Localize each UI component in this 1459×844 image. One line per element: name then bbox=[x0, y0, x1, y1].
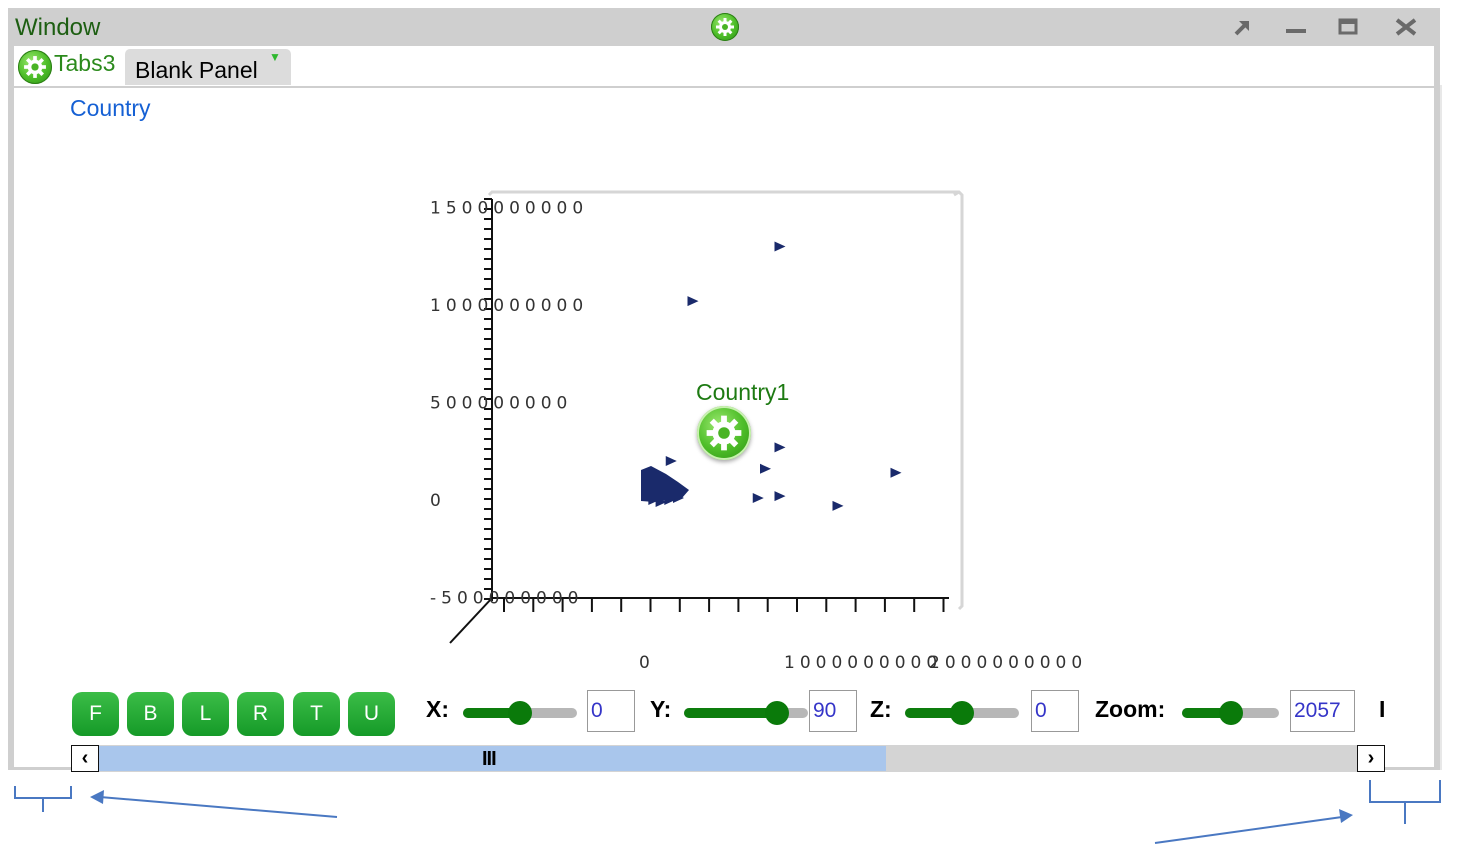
chevron-right-icon[interactable]: › bbox=[1357, 745, 1385, 772]
y-rotation-input[interactable] bbox=[809, 690, 857, 732]
scrollbar-grip[interactable]: III bbox=[482, 748, 497, 771]
data-point bbox=[760, 463, 771, 474]
x-rotation-slider[interactable] bbox=[463, 701, 577, 725]
view-top-button[interactable]: T bbox=[293, 692, 340, 736]
data-point-cluster bbox=[641, 466, 689, 502]
data-point bbox=[774, 491, 786, 502]
x-rotation-label: X: bbox=[426, 696, 449, 722]
y-rotation-label: Y: bbox=[650, 696, 672, 722]
x-tick-labels: 0 10000000002000000000 bbox=[639, 653, 1087, 673]
window-content: Tabs3 Blank Panel ▼ Country 1500000000 10 bbox=[14, 46, 1434, 772]
app-window: Window Tabs3 Blank Panel ▼ Country 15000… bbox=[8, 8, 1440, 772]
scatter-chart-3d[interactable]: 1500000000 1000000000 500000000 0 -500000000… bbox=[14, 46, 1434, 686]
view-back-button[interactable]: B bbox=[127, 692, 174, 736]
window-title: Window bbox=[15, 14, 101, 41]
y-tick-label: 500000000 bbox=[430, 394, 572, 414]
right-arrow-line bbox=[1154, 816, 1343, 844]
view-front-button[interactable]: F bbox=[72, 692, 119, 736]
data-point bbox=[665, 456, 677, 466]
horizontal-scrollbar[interactable]: ‹ III › bbox=[71, 745, 1385, 772]
z-rotation-label: Z: bbox=[870, 696, 892, 722]
data-points bbox=[641, 241, 902, 511]
y-tick-label: -500000000 bbox=[430, 589, 583, 609]
zoom-slider[interactable] bbox=[1182, 701, 1279, 725]
truncated-label: I bbox=[1379, 696, 1386, 722]
view-left-button[interactable]: L bbox=[182, 692, 229, 736]
y-tick-labels: 1500000000 1000000000 500000000 0 -500000000 bbox=[430, 199, 588, 609]
maximize-icon[interactable] bbox=[1336, 16, 1360, 38]
view-right-button[interactable]: R bbox=[237, 692, 284, 736]
data-point bbox=[832, 500, 844, 511]
y-tick-label: 1500000000 bbox=[430, 199, 588, 219]
scrollbar-thumb[interactable]: III bbox=[99, 746, 886, 771]
x-tick-label: 1000000000 bbox=[784, 653, 942, 673]
view-under-button[interactable]: U bbox=[348, 692, 395, 736]
zoom-label: Zoom: bbox=[1095, 696, 1166, 722]
zoom-input[interactable] bbox=[1290, 690, 1355, 732]
z-rotation-input[interactable] bbox=[1031, 690, 1079, 732]
minimize-icon[interactable] bbox=[1284, 16, 1308, 38]
x-tick-label: 0 bbox=[639, 653, 655, 673]
left-arrow-head bbox=[90, 790, 104, 804]
data-point bbox=[687, 296, 699, 307]
right-arrow-head bbox=[1339, 809, 1353, 823]
y-rotation-slider[interactable] bbox=[684, 701, 808, 725]
left-arrow-line bbox=[99, 796, 338, 818]
gear-icon[interactable] bbox=[711, 13, 739, 41]
gear-icon[interactable] bbox=[697, 406, 751, 460]
right-bracket bbox=[1369, 780, 1441, 824]
slider-knob[interactable] bbox=[1218, 701, 1243, 725]
left-bracket bbox=[14, 786, 72, 812]
data-point bbox=[774, 442, 786, 453]
annotation-label[interactable]: Country1 bbox=[696, 379, 789, 406]
slider-knob[interactable] bbox=[765, 701, 789, 725]
popout-icon[interactable] bbox=[1230, 16, 1254, 38]
data-point bbox=[774, 241, 786, 252]
close-icon[interactable] bbox=[1394, 16, 1418, 38]
y-tick-label: 1000000000 bbox=[430, 296, 588, 316]
slider-knob[interactable] bbox=[508, 701, 532, 725]
x-rotation-input[interactable] bbox=[587, 690, 635, 732]
x-tick-label: 2000000000 bbox=[929, 653, 1087, 673]
y-tick-label: 0 bbox=[430, 491, 446, 511]
data-point bbox=[752, 493, 764, 504]
z-rotation-slider[interactable] bbox=[905, 701, 1019, 725]
chevron-left-icon[interactable]: ‹ bbox=[71, 745, 99, 772]
title-bar[interactable]: Window bbox=[8, 8, 1440, 46]
data-point bbox=[890, 467, 902, 478]
slider-knob[interactable] bbox=[950, 701, 974, 725]
